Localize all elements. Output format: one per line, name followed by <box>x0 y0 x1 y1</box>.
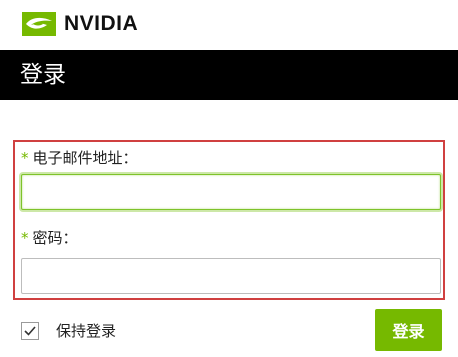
email-label-text: 电子邮件地址： <box>32 149 138 167</box>
required-mark: * <box>21 229 29 247</box>
top-bar: NVIDIA <box>0 0 458 50</box>
password-label-text: 密码： <box>32 229 78 247</box>
checkmark-icon <box>24 326 36 336</box>
title-bar: 登录 <box>0 50 458 100</box>
brand-name: NVIDIA <box>64 12 139 35</box>
password-label: * 密码： <box>21 228 78 248</box>
login-form-highlight: * 电子邮件地址： * 密码： <box>13 140 445 300</box>
email-label: * 电子邮件地址： <box>21 148 138 168</box>
password-field[interactable] <box>21 258 441 294</box>
email-field[interactable] <box>21 174 441 210</box>
required-mark: * <box>21 149 29 167</box>
page-title: 登录 <box>20 62 66 88</box>
login-button[interactable]: 登录 <box>375 309 442 351</box>
nvidia-eye-logo-icon <box>22 12 56 36</box>
nvidia-logo[interactable]: NVIDIA <box>22 10 138 38</box>
remember-me-label: 保持登录 <box>56 322 117 340</box>
remember-me-checkbox[interactable] <box>21 322 39 340</box>
